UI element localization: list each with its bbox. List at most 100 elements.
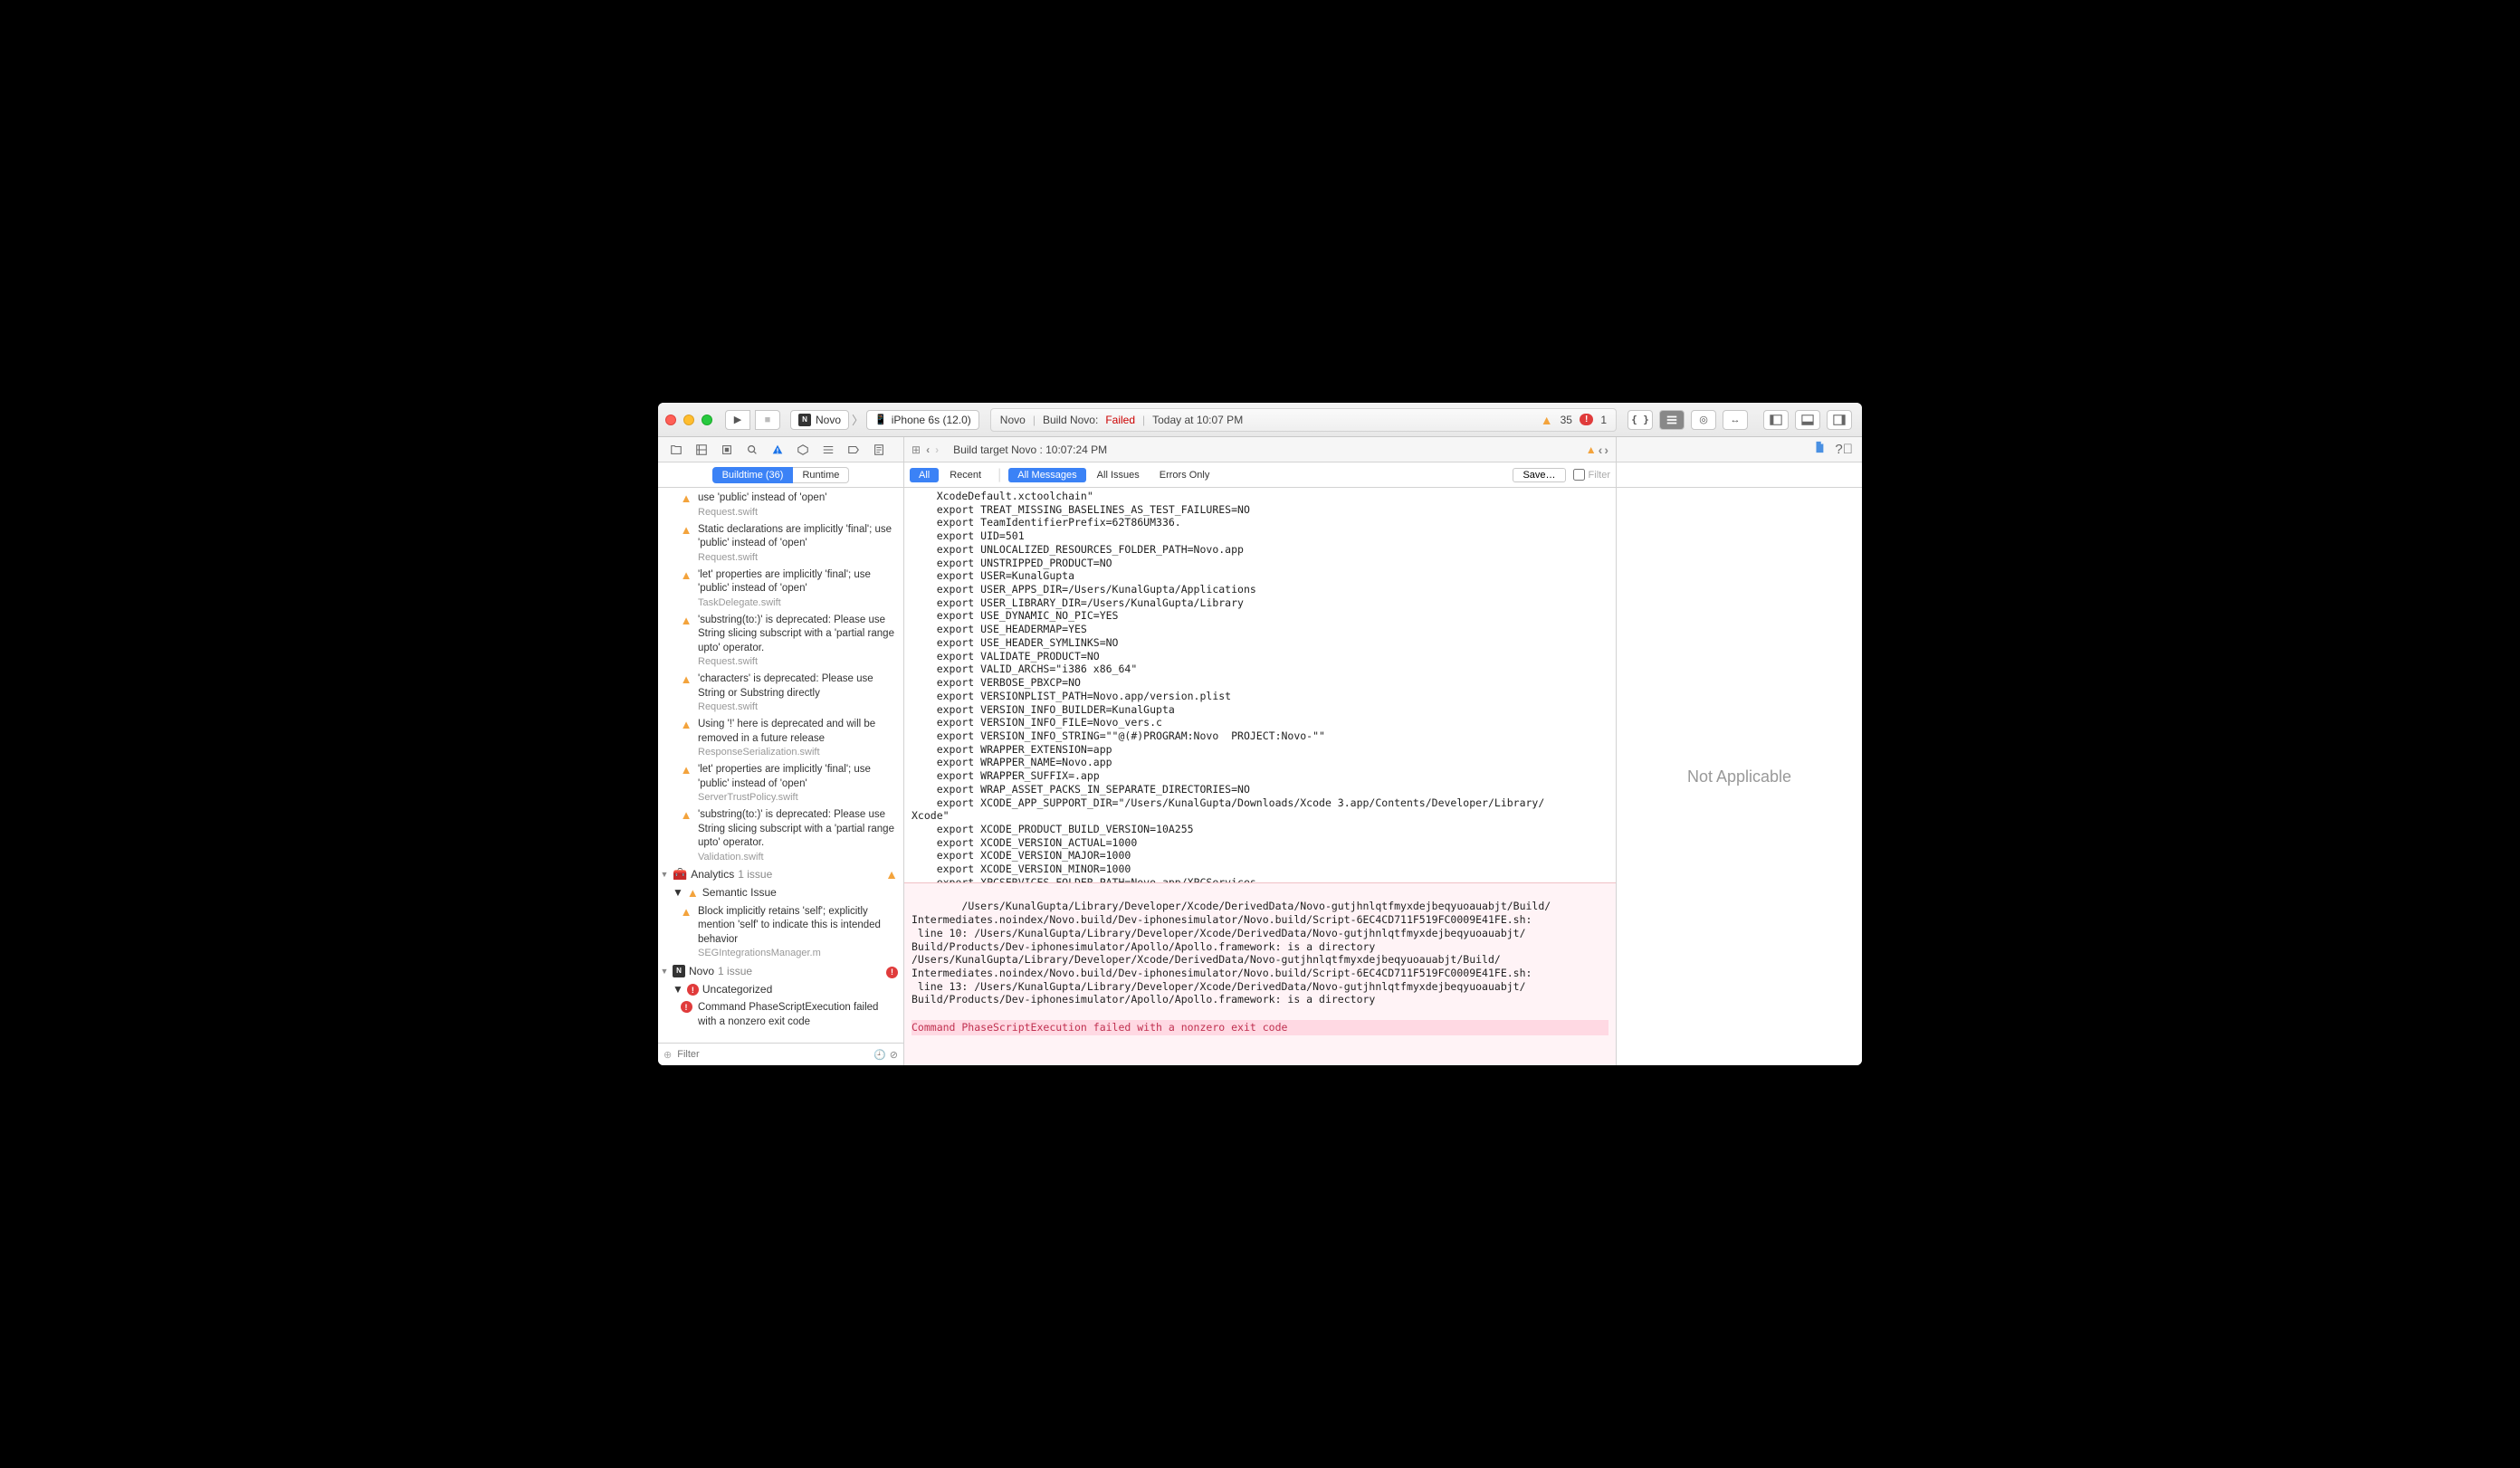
inspector-panel: Not Applicable (1616, 488, 1862, 1065)
file-inspector-icon[interactable] (1813, 441, 1826, 458)
zoom-button[interactable] (702, 415, 712, 425)
group-analytics[interactable]: ▼ 🧰 Analytics 1 issue ▲ (658, 864, 903, 884)
warning-icon: ▲ (1541, 413, 1553, 427)
xcode-window: ▶ ■ N Novo 〉 📱 iPhone 6s (12.0) Novo | B… (658, 403, 1862, 1065)
version-editor-button[interactable]: ↔ (1723, 410, 1748, 430)
error-count[interactable]: 1 (1600, 414, 1607, 426)
all-issues-tab[interactable]: All Issues (1088, 468, 1149, 482)
status-timestamp: Today at 10:07 PM (1152, 414, 1243, 426)
recent-filter-icon[interactable]: 🕘 (873, 1049, 886, 1061)
buildtime-tab[interactable]: Buildtime (36) (712, 467, 794, 483)
warning-icon: ▲ (885, 867, 898, 882)
symbol-navigator-icon[interactable] (714, 440, 740, 460)
save-button[interactable]: Save… (1513, 468, 1565, 482)
related-items-icon[interactable]: ⊞ (912, 443, 921, 456)
app-icon: N (673, 965, 685, 977)
scheme-chevron-icon: 〉 (852, 411, 864, 428)
not-applicable-label: Not Applicable (1687, 767, 1791, 786)
main-area: ▲ use 'public' instead of 'open'Request.… (658, 488, 1862, 1065)
disclosure-icon: ▼ (673, 886, 683, 899)
build-log-area: XcodeDefault.xctoolchain" export TREAT_M… (904, 488, 1616, 1065)
scheme-app-name: Novo (816, 414, 841, 426)
activity-status-bar: Novo | Build Novo: Failed | Today at 10:… (990, 408, 1617, 432)
warning-icon: ▲ (687, 886, 699, 900)
all-tab[interactable]: All (910, 468, 939, 482)
status-build-result: Failed (1105, 414, 1135, 426)
warning-icon: ▲ (680, 905, 692, 959)
source-control-navigator-icon[interactable] (689, 440, 714, 460)
project-navigator-icon[interactable] (663, 440, 689, 460)
issue-navigator-icon[interactable] (765, 440, 790, 460)
issue-navigator-sidebar: ▲ use 'public' instead of 'open'Request.… (658, 488, 904, 1065)
run-button[interactable]: ▶ (725, 410, 750, 430)
filter-input[interactable] (677, 1049, 868, 1060)
toggle-bottom-panel-button[interactable] (1795, 410, 1820, 430)
prev-issue-button[interactable]: ‹ (1599, 443, 1603, 457)
warning-icon: ▲ (680, 614, 692, 668)
forward-button[interactable]: › (935, 443, 939, 456)
issue-item[interactable]: ▲ 'let' properties are implicitly 'final… (658, 759, 903, 805)
errors-only-tab[interactable]: Errors Only (1150, 468, 1219, 482)
warning-icon: ▲ (680, 568, 692, 608)
run-stop-group: ▶ ■ (725, 410, 783, 430)
back-button[interactable]: ‹ (926, 443, 930, 456)
filter-icon: ⊕ (663, 1049, 672, 1061)
status-build-prefix: Build Novo: (1043, 414, 1098, 426)
group-semantic-issue[interactable]: ▼ ▲ Semantic Issue (658, 884, 903, 901)
find-navigator-icon[interactable] (740, 440, 765, 460)
warning-icon: ▲ (680, 718, 692, 758)
breadcrumb-label[interactable]: Build target Novo : 10:07:24 PM (953, 443, 1107, 456)
filter-label: Filter (1589, 470, 1610, 481)
report-navigator-icon[interactable] (866, 440, 892, 460)
issue-item[interactable]: ▲ use 'public' instead of 'open'Request.… (658, 488, 903, 520)
warning-count[interactable]: 35 (1561, 414, 1572, 426)
toolbox-icon: 🧰 (673, 867, 687, 882)
issue-item[interactable]: ▲ 'characters' is deprecated: Please use… (658, 669, 903, 714)
issue-item[interactable]: ▲ 'substring(to:)' is deprecated: Please… (658, 610, 903, 670)
issue-item[interactable]: ▲ Using '!' here is deprecated and will … (658, 714, 903, 759)
traffic-lights (665, 415, 712, 425)
toggle-left-panel-button[interactable] (1763, 410, 1789, 430)
stop-button[interactable]: ■ (755, 410, 780, 430)
status-project: Novo (1000, 414, 1026, 426)
device-icon: 📱 (874, 414, 887, 425)
recent-tab[interactable]: Recent (940, 468, 990, 482)
error-icon: ! (687, 983, 699, 996)
assistant-editor-button[interactable]: ◎ (1691, 410, 1716, 430)
breakpoint-navigator-icon[interactable] (841, 440, 866, 460)
filter-tabs-row: Buildtime (36) Runtime All Recent | All … (658, 462, 1862, 488)
debug-navigator-icon[interactable] (816, 440, 841, 460)
final-error-line: Command PhaseScriptExecution failed with… (912, 1020, 1608, 1035)
issue-item[interactable]: ▲ 'substring(to:)' is deprecated: Please… (658, 805, 903, 864)
help-inspector-icon[interactable]: ?⃝ (1835, 442, 1853, 457)
scope-filter-icon[interactable]: ⊘ (890, 1049, 898, 1061)
build-log-error[interactable]: /Users/KunalGupta/Library/Developer/Xcod… (904, 882, 1616, 1065)
runtime-tab[interactable]: Runtime (793, 467, 849, 483)
group-novo[interactable]: ▼ N Novo 1 issue ! (658, 960, 903, 981)
toolbar-right: { } ◎ ↔ (1628, 410, 1855, 430)
minimize-button[interactable] (683, 415, 694, 425)
scheme-selector[interactable]: N Novo 〉 📱 iPhone 6s (12.0) (790, 410, 979, 430)
issue-item-error[interactable]: ! Command PhaseScriptExecution failed wi… (658, 997, 903, 1031)
group-uncategorized[interactable]: ▼ ! Uncategorized (658, 981, 903, 998)
filter-footer: ⊕ 🕘 ⊘ (658, 1043, 903, 1065)
issue-list[interactable]: ▲ use 'public' instead of 'open'Request.… (658, 488, 903, 1043)
disclosure-icon: ▼ (660, 967, 669, 976)
code-review-button[interactable]: { } (1628, 410, 1653, 430)
issue-item[interactable]: ▲ Static declarations are implicitly 'fi… (658, 520, 903, 565)
standard-editor-button[interactable] (1659, 410, 1685, 430)
toggle-right-panel-button[interactable] (1827, 410, 1852, 430)
warning-icon: ▲ (680, 808, 692, 863)
disclosure-icon: ▼ (660, 870, 669, 879)
issue-item[interactable]: ▲ Block implicitly retains 'self'; expli… (658, 901, 903, 961)
error-icon: ! (680, 1001, 692, 1029)
warning-icon: ▲ (680, 523, 692, 563)
all-messages-tab[interactable]: All Messages (1008, 468, 1085, 482)
warning-nav-icon: ▲ (1586, 443, 1597, 456)
filter-checkbox[interactable] (1573, 469, 1585, 481)
next-issue-button[interactable]: › (1604, 443, 1608, 457)
issue-item[interactable]: ▲ 'let' properties are implicitly 'final… (658, 565, 903, 610)
build-log[interactable]: XcodeDefault.xctoolchain" export TREAT_M… (904, 488, 1616, 882)
test-navigator-icon[interactable] (790, 440, 816, 460)
close-button[interactable] (665, 415, 676, 425)
